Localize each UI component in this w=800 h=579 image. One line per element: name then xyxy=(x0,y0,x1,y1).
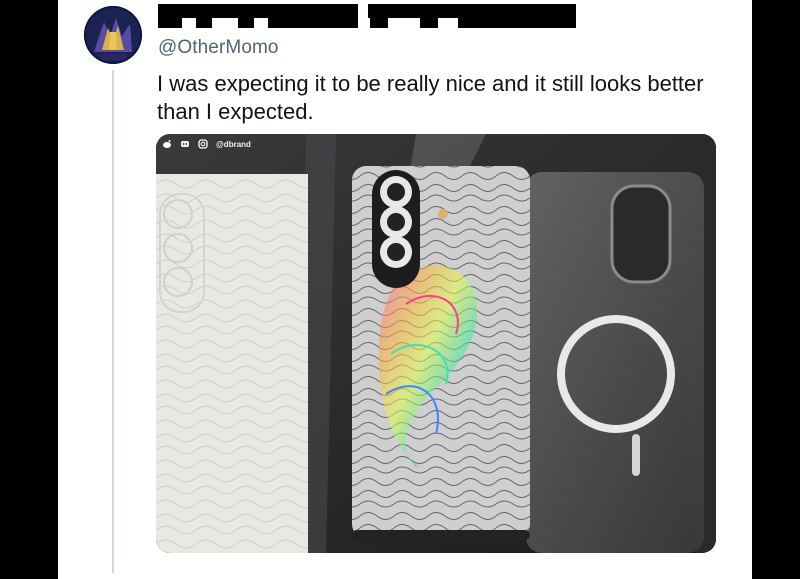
tweet-photo[interactable]: @dbrand xyxy=(156,134,716,553)
avatar[interactable] xyxy=(84,6,142,64)
reddit-icon xyxy=(162,139,172,149)
tweet-card: @OtherMomo I was expecting it to be real… xyxy=(58,0,752,579)
watermark-handle: @dbrand xyxy=(216,139,251,149)
instagram-icon xyxy=(198,139,208,149)
tweet-text: I was expecting it to be really nice and… xyxy=(157,71,704,124)
discord-icon xyxy=(180,139,190,149)
dbrand-watermark: @dbrand xyxy=(162,137,251,151)
user-handle[interactable]: @OtherMomo xyxy=(158,37,279,59)
phone-case-photo xyxy=(156,134,716,553)
redacted-display-name xyxy=(158,4,578,28)
thread-line xyxy=(112,70,114,573)
avatar-image xyxy=(84,6,142,64)
